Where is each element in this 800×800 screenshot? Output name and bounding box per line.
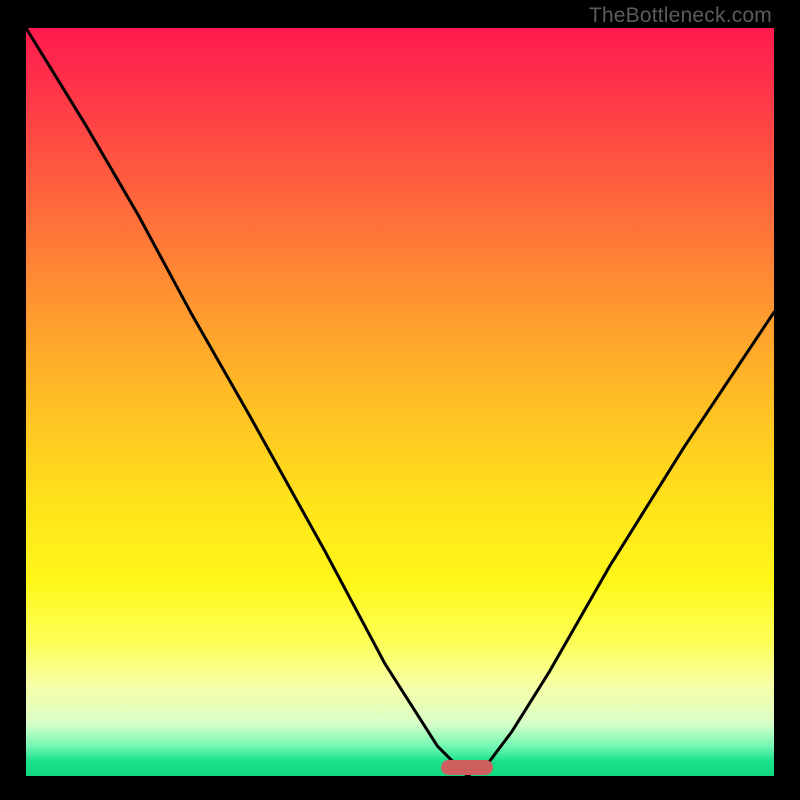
optimal-marker	[441, 760, 493, 775]
attribution-text: TheBottleneck.com	[589, 4, 772, 28]
chart-frame	[26, 28, 774, 776]
bottleneck-curve	[26, 28, 774, 776]
